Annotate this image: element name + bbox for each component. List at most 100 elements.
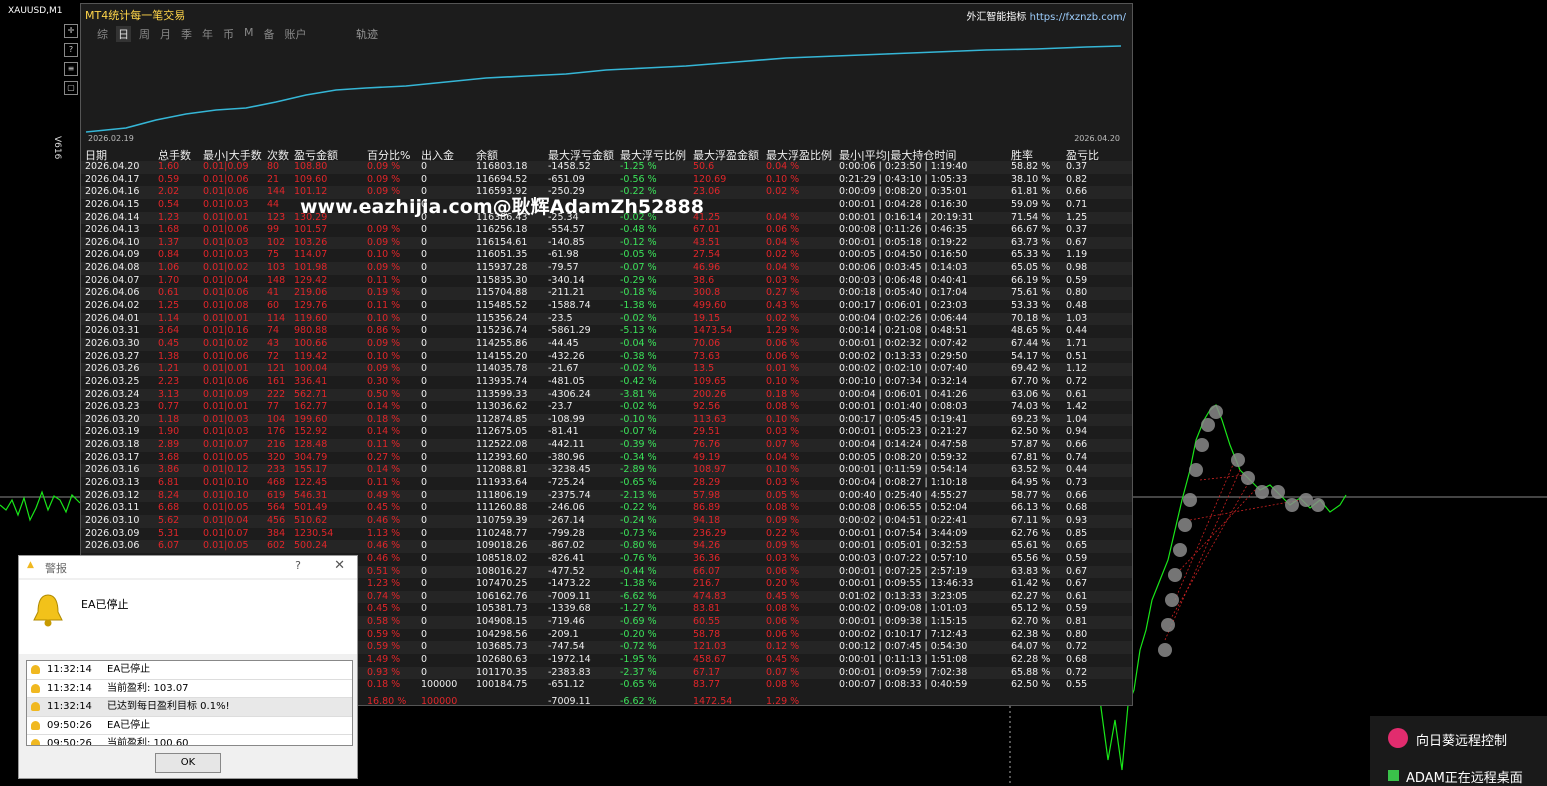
cell-deposit: 0 [421, 439, 428, 451]
cell-date: 2026.03.06 [85, 540, 140, 552]
cell-maxdd: -267.14 [548, 514, 585, 526]
cell-maxdd-pct: -6.62 % [620, 590, 657, 602]
cell-maxdd: -5861.29 [548, 325, 591, 337]
help-button[interactable]: ? [295, 559, 301, 572]
cell-hold: 0:00:02 | 0:04:51 | 0:22:41 [839, 514, 968, 526]
cell-maxdd-pct: -0.65 % [620, 679, 657, 691]
list-item[interactable]: 11:32:14 EA已停止 [27, 661, 352, 680]
cell-count: 99 [267, 224, 280, 236]
cell-minmax: 0.01|0.03 [203, 236, 249, 248]
cell-hold: 0:00:17 | 0:05:45 | 0:19:41 [839, 413, 968, 425]
cell-winrate: 64.07 % [1011, 641, 1051, 653]
cell-pct: 0.45 % [367, 502, 401, 514]
cell-count: 564 [267, 502, 286, 514]
cell-date: 2026.04.10 [85, 236, 140, 248]
cell-hold: 0:00:01 | 0:05:23 | 0:21:27 [839, 426, 968, 438]
table-row: 2026.03.27 1.38 0.01|0.06 72 119.42 0.10 % 0 11… [81, 351, 1132, 364]
cell-hold: 0:00:05 | 0:08:20 | 0:59:32 [839, 451, 968, 463]
cell-hold: 0:00:01 | 0:01:40 | 0:08:03 [839, 401, 968, 413]
cell-balance: 103685.73 [476, 641, 528, 653]
cell-maxfp-pct: 0.03 % [766, 552, 800, 564]
cell-winrate: 62.50 % [1011, 679, 1051, 691]
equity-curve [86, 45, 1122, 133]
cell-pct: 1.13 % [367, 527, 401, 539]
panel-link[interactable]: 外汇智能指标 https://fxznzb.com/ [966, 8, 1126, 23]
cell-minmax: 0.01|0.05 [203, 540, 249, 552]
cell-rr: 0.80 [1066, 287, 1088, 299]
table-row: 2026.04.02 1.25 0.01|0.08 60 129.76 0.11 % 0 11… [81, 300, 1132, 313]
cell-lots: 1.06 [158, 262, 180, 274]
help-icon[interactable]: ? [64, 43, 78, 57]
list-item[interactable]: 11:32:14 已达到每日盈利目标 0.1%! [27, 698, 352, 717]
cell-lots: 1.90 [158, 426, 180, 438]
cell-maxfp-pct: 0.09 % [766, 514, 800, 526]
cell-maxfp-pct: 0.04 % [766, 211, 800, 223]
alert-message-box: EA已停止 [19, 580, 357, 654]
cell-maxfp: 13.5 [693, 363, 715, 375]
cell-maxfp: 50.6 [693, 161, 715, 172]
cell-maxfp-pct: 0.02 % [766, 186, 800, 198]
cell-date: 2026.03.24 [85, 388, 140, 400]
cell-lots: 2.89 [158, 439, 180, 451]
cell-pnl: 336.41 [294, 375, 328, 387]
cell-pnl: 304.79 [294, 451, 328, 463]
cell-pct: 0.11 % [367, 274, 401, 286]
cell-pct: 0.09 % [367, 337, 401, 349]
alert-title: 警报 [45, 562, 67, 575]
cell-minmax: 0.01|0.03 [203, 249, 249, 261]
cell-pct: 0.11 % [367, 477, 401, 489]
cell-balance: 115485.52 [476, 300, 528, 312]
cell-hold: 0:00:01 | 0:16:14 | 20:19:31 [839, 211, 974, 223]
cell-deposit: 0 [421, 401, 428, 413]
cell-maxfp: 36.36 [693, 552, 721, 564]
cell-maxfp-pct: 0.06 % [766, 224, 800, 236]
cell-winrate: 57.87 % [1011, 439, 1051, 451]
cell-maxfp-pct: 0.04 % [766, 236, 800, 248]
cell-balance: 111806.19 [476, 489, 528, 501]
close-button[interactable]: ✕ [334, 558, 345, 573]
cell-deposit: 0 [421, 616, 428, 628]
bell-icon [31, 665, 40, 674]
cell-minmax: 0.01|0.03 [203, 413, 249, 425]
cell-deposit: 0 [421, 641, 428, 653]
cell-hold: 0:00:01 | 0:04:28 | 0:16:30 [839, 198, 968, 210]
cell-maxdd: -432.26 [548, 350, 585, 362]
cell-maxdd-pct: -0.48 % [620, 224, 657, 236]
cell-maxfp: 43.51 [693, 236, 721, 248]
cell-lots: 0.45 [158, 337, 180, 349]
cell-pct: 0.14 % [367, 464, 401, 476]
cell-pnl: 129.42 [294, 274, 328, 286]
cell-hold: 0:21:29 | 0:43:10 | 1:05:33 [839, 173, 968, 185]
ok-button[interactable]: OK [155, 753, 221, 773]
table-row: 2026.03.12 8.24 0.01|0.10 619 546.31 0.49 % 0 1… [81, 489, 1132, 503]
cell-maxdd: -725.24 [548, 477, 585, 489]
cell-minmax: 0.01|0.05 [203, 451, 249, 463]
cell-deposit: 0 [421, 337, 428, 349]
cell-count: 104 [267, 413, 286, 425]
total-pct: 16.80 % [367, 696, 407, 707]
list-item[interactable]: 11:32:14 当前盈利: 103.07 [27, 680, 352, 698]
cell-minmax: 0.01|0.08 [203, 300, 249, 312]
cell-balance: 104298.56 [476, 628, 528, 640]
cell-winrate: 67.70 % [1011, 375, 1051, 387]
window-icon[interactable]: ▢ [64, 81, 78, 95]
cell-maxfp-pct: 0.18 % [766, 388, 800, 400]
cell-count: 161 [267, 375, 286, 387]
crosshair-icon[interactable]: ✛ [64, 24, 78, 38]
total-maxfp: 1472.54 [693, 696, 733, 707]
cell-maxdd: -1473.22 [548, 578, 591, 590]
cell-pnl: 199.60 [294, 413, 328, 425]
cell-rr: 1.03 [1066, 312, 1088, 324]
cell-maxfp-pct: 0.04 % [766, 451, 800, 463]
total-maxdd-pct: -6.62 % [620, 696, 657, 707]
cell-rr: 0.66 [1066, 439, 1088, 451]
cell-maxfp-pct: 0.02 % [766, 312, 800, 324]
list-item[interactable]: 09:50:26 当前盈利: 100.60 [27, 735, 352, 745]
cell-count: 233 [267, 464, 286, 476]
cell-winrate: 38.10 % [1011, 173, 1051, 185]
alert-log[interactable]: 11:32:14 EA已停止 11:32:14 当前盈利: 103.07 11:32… [26, 660, 353, 746]
list-item[interactable]: 09:50:26 EA已停止 [27, 717, 352, 735]
remote-title[interactable]: 向日葵远程控制 [1416, 730, 1507, 749]
settings-icon[interactable]: ≡ [64, 62, 78, 76]
cell-maxfp-pct: 0.10 % [766, 464, 800, 476]
